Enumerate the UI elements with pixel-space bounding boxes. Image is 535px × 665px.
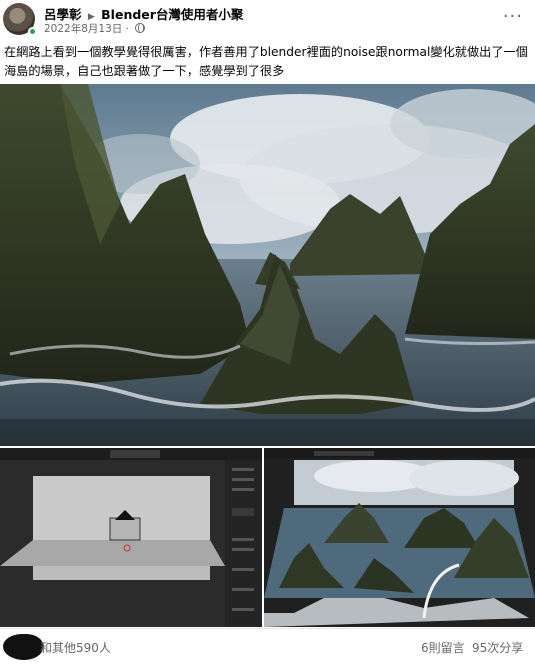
shares-count[interactable]: 95次分享 <box>472 639 523 656</box>
hero-image-island-render[interactable] <box>0 84 535 446</box>
post-body-text: 在網路上看到一個教學覺得很厲害，作者善用了blender裡面的noise跟nor… <box>4 45 528 78</box>
island-scene-illustration <box>0 84 535 446</box>
ellipsis-icon[interactable]: ··· <box>503 6 523 27</box>
redacted-reactions-icon <box>3 634 43 660</box>
post-meta: 2022年8月13日 · <box>44 21 146 36</box>
meta-separator: · <box>125 23 129 35</box>
island-preview-thumbnail[interactable] <box>264 448 535 627</box>
author-name[interactable]: 呂學彰 <box>44 7 82 22</box>
blender-viewport-thumbnail[interactable] <box>0 448 262 627</box>
globe-icon <box>135 23 146 33</box>
group-name[interactable]: Blender台灣使用者小聚 <box>101 7 243 22</box>
blender-ui-illustration <box>0 448 262 627</box>
online-status-icon <box>28 27 37 36</box>
post-footer: 和其他590人 6則留言 95次分享 <box>0 628 535 665</box>
post-date[interactable]: 2022年8月13日 <box>44 23 122 35</box>
island-preview-illustration <box>264 448 535 627</box>
comments-count[interactable]: 6則留言 <box>421 639 465 656</box>
likes-count[interactable]: 和其他590人 <box>40 639 111 656</box>
post-header: 呂學彰 ▶ Blender台灣使用者小聚 2022年8月13日 · ··· <box>0 0 535 40</box>
